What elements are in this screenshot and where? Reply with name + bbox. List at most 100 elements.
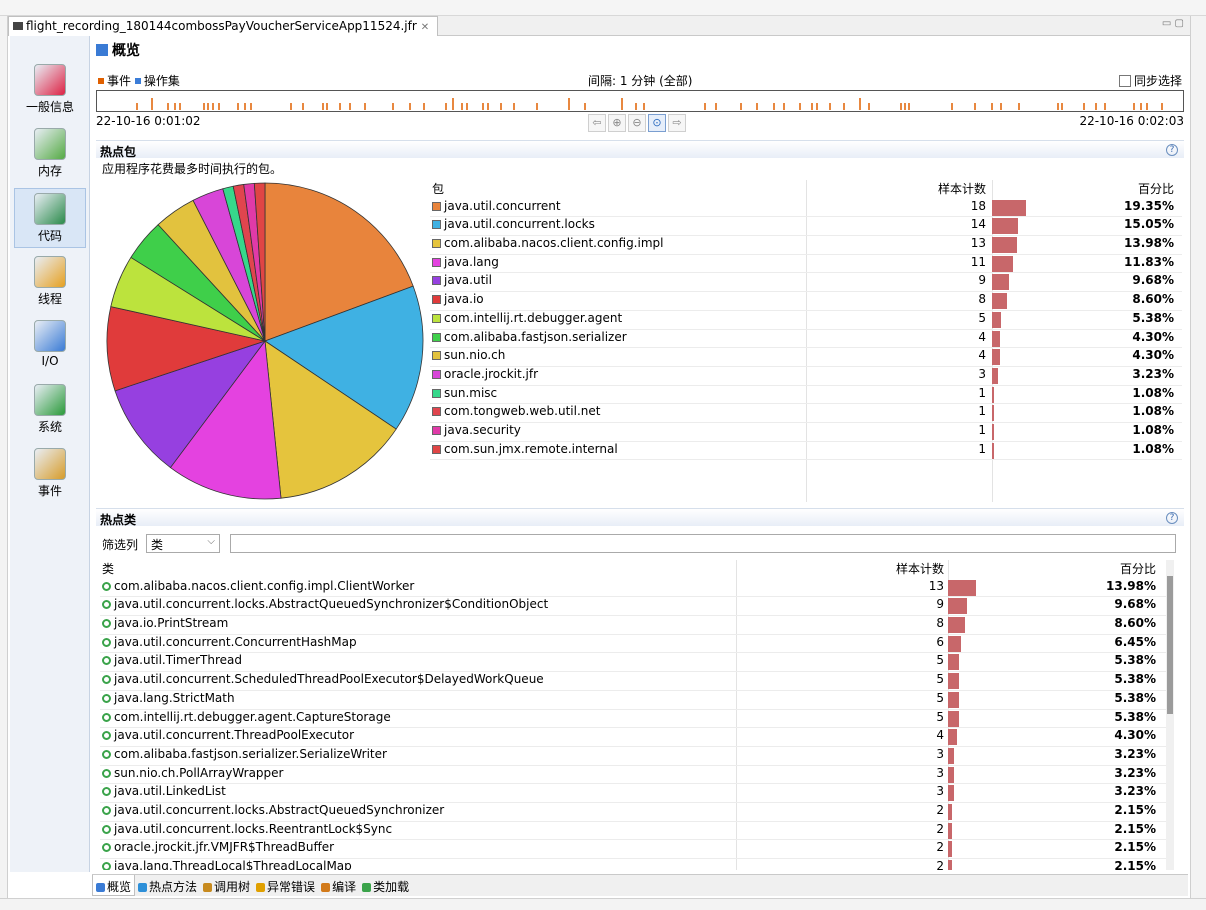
- count-bar: [948, 617, 966, 634]
- file-icon: [13, 22, 23, 30]
- sample-count: 3: [978, 366, 986, 381]
- table-row[interactable]: sun.nio.ch 4 4.30%: [430, 348, 1182, 367]
- threads-icon: [34, 256, 66, 288]
- table-row[interactable]: oracle.jrockit.jfr 3 3.23%: [430, 367, 1182, 386]
- package-cell: com.tongweb.web.util.net: [432, 404, 600, 418]
- table-row[interactable]: java.lang.ThreadLocal$ThreadLocalMap 2 2.1…: [100, 859, 1166, 870]
- tab-label: 概览: [107, 880, 132, 894]
- table-row[interactable]: java.io.PrintStream 8 8.60%: [100, 616, 1166, 635]
- help-icon[interactable]: ?: [1166, 512, 1178, 524]
- table-row[interactable]: sun.nio.ch.PollArrayWrapper 3 3.23%: [100, 766, 1166, 785]
- nav-item-2[interactable]: 代码: [14, 188, 86, 248]
- call-tree-icon: [203, 883, 213, 892]
- filter-label: 筛选列: [102, 538, 139, 552]
- close-tab-icon[interactable]: ✕: [421, 22, 429, 33]
- col-percent[interactable]: 百分比: [1138, 180, 1174, 197]
- hot-packages-pie-chart[interactable]: [100, 176, 430, 506]
- tab-compile[interactable]: 编译: [318, 875, 359, 896]
- table-row[interactable]: com.alibaba.fastjson.serializer 4 4.30%: [430, 330, 1182, 349]
- class-icon: [102, 693, 111, 703]
- nav-item-3[interactable]: 线程: [14, 252, 86, 312]
- table-row[interactable]: java.util.concurrent.ScheduledThreadPool…: [100, 672, 1166, 691]
- nav-item-4[interactable]: I/O: [14, 316, 86, 376]
- table-row[interactable]: java.util.concurrent.locks.AbstractQueue…: [100, 803, 1166, 822]
- count-bar: [948, 766, 955, 783]
- sync-selection-checkbox[interactable]: 同步选择: [1118, 72, 1182, 89]
- table-row[interactable]: java.util 9 9.68%: [430, 273, 1182, 293]
- table-row[interactable]: java.util.TimerThread 5 5.38%: [100, 653, 1166, 673]
- class-name: java.util.concurrent.locks.ReentrantLock…: [114, 821, 393, 836]
- zoom-all-icon[interactable]: ⊙: [648, 114, 666, 132]
- nav-item-1[interactable]: 内存: [14, 124, 86, 184]
- table-row[interactable]: com.alibaba.nacos.client.config.impl.Cli…: [100, 579, 1166, 598]
- package-name: com.tongweb.web.util.net: [444, 404, 601, 419]
- sample-count: 2: [936, 859, 944, 870]
- tab-call-tree[interactable]: 调用树: [200, 875, 253, 896]
- class-cell: java.io.PrintStream: [102, 616, 228, 630]
- table-row[interactable]: java.util.concurrent.locks.ReentrantLock…: [100, 822, 1166, 841]
- table-row[interactable]: com.intellij.rt.debugger.agent 5 5.38%: [430, 311, 1182, 330]
- filter-input[interactable]: [230, 534, 1176, 553]
- tab-hot-methods[interactable]: 热点方法: [135, 875, 200, 896]
- class-loading-icon: [362, 883, 372, 892]
- zoom-in-icon[interactable]: ⊕: [608, 114, 626, 132]
- table-row[interactable]: oracle.jrockit.jfr.VMJFR$ThreadBuffer 2 2.…: [100, 840, 1166, 859]
- col-count[interactable]: 样本计数: [938, 180, 986, 197]
- sample-count: 1: [978, 422, 986, 437]
- table-row[interactable]: java.io 8 8.60%: [430, 292, 1182, 311]
- bottom-tab-bar: 概览 热点方法 调用树 异常错误 编译 类加载: [92, 874, 1188, 896]
- table-row[interactable]: java.util.concurrent 18 19.35%: [430, 199, 1182, 218]
- sample-count: 13: [970, 236, 986, 251]
- table-row[interactable]: com.alibaba.nacos.client.config.impl 13 13…: [430, 236, 1182, 255]
- scroll-left-icon[interactable]: ⇦: [588, 114, 606, 132]
- table-row[interactable]: sun.misc 1 1.08%: [430, 386, 1182, 405]
- table-row[interactable]: com.tongweb.web.util.net 1 1.08%: [430, 404, 1182, 423]
- col-package[interactable]: 包: [432, 180, 444, 197]
- table-row[interactable]: java.lang 11 11.83%: [430, 255, 1182, 274]
- table-row[interactable]: java.util.concurrent.locks.AbstractQueue…: [100, 597, 1166, 617]
- package-color-swatch: [432, 220, 441, 230]
- package-cell: com.intellij.rt.debugger.agent: [432, 311, 622, 325]
- class-icon: [102, 862, 111, 870]
- table-row[interactable]: java.util.concurrent.locks 14 15.05%: [430, 217, 1182, 237]
- table-row[interactable]: com.intellij.rt.debugger.agent.CaptureSt…: [100, 710, 1166, 729]
- package-color-swatch: [432, 351, 441, 361]
- editor-tab[interactable]: flight_recording_180144combossPayVoucher…: [8, 16, 439, 36]
- tab-overview[interactable]: 概览: [92, 875, 136, 896]
- class-icon: [102, 824, 111, 834]
- sample-count: 1: [978, 385, 986, 400]
- timeline-bar[interactable]: [96, 90, 1184, 112]
- table-row[interactable]: java.lang.StrictMath 5 5.38%: [100, 691, 1166, 710]
- class-icon: [102, 675, 111, 685]
- scroll-right-icon[interactable]: ⇨: [668, 114, 686, 132]
- table-row[interactable]: com.alibaba.fastjson.serializer.Serializ…: [100, 747, 1166, 766]
- col-class[interactable]: 类: [102, 560, 114, 577]
- zoom-out-icon[interactable]: ⊖: [628, 114, 646, 132]
- nav-item-6[interactable]: 事件: [14, 444, 86, 504]
- window-controls[interactable]: ▭ ▢: [1162, 18, 1184, 29]
- col-count[interactable]: 样本计数: [896, 560, 944, 577]
- percent-value: 4.30%: [1132, 348, 1174, 363]
- tab-class-loading[interactable]: 类加载: [359, 875, 412, 896]
- package-cell: sun.nio.ch: [432, 348, 505, 362]
- table-row[interactable]: java.util.concurrent.ThreadPoolExecutor 4…: [100, 728, 1166, 747]
- package-name: com.alibaba.fastjson.serializer: [444, 329, 627, 344]
- nav-item-5[interactable]: 系统: [14, 380, 86, 440]
- class-cell: java.util.concurrent.locks.AbstractQueue…: [102, 597, 548, 611]
- tab-exceptions[interactable]: 异常错误: [253, 875, 318, 896]
- scrollbar-thumb[interactable]: [1167, 576, 1173, 714]
- table-row[interactable]: java.util.concurrent.ConcurrentHashMap 6 6…: [100, 635, 1166, 654]
- table-row[interactable]: java.security 1 1.08%: [430, 423, 1182, 442]
- col-percent[interactable]: 百分比: [1120, 560, 1156, 577]
- help-icon[interactable]: ?: [1166, 144, 1178, 156]
- nav-item-0[interactable]: 一般信息: [14, 60, 86, 120]
- class-icon: [102, 712, 111, 722]
- percent-value: 2.15%: [1114, 821, 1156, 836]
- filter-column-select[interactable]: 类 ⌵: [146, 534, 220, 553]
- table-row[interactable]: com.sun.jmx.remote.internal 1 1.08%: [430, 442, 1182, 461]
- package-cell: com.alibaba.fastjson.serializer: [432, 330, 627, 344]
- class-name: java.io.PrintStream: [114, 616, 229, 631]
- class-name: com.alibaba.nacos.client.config.impl.Cli…: [114, 578, 415, 593]
- table-row[interactable]: java.util.LinkedList 3 3.23%: [100, 784, 1166, 803]
- events-icon: [34, 448, 66, 480]
